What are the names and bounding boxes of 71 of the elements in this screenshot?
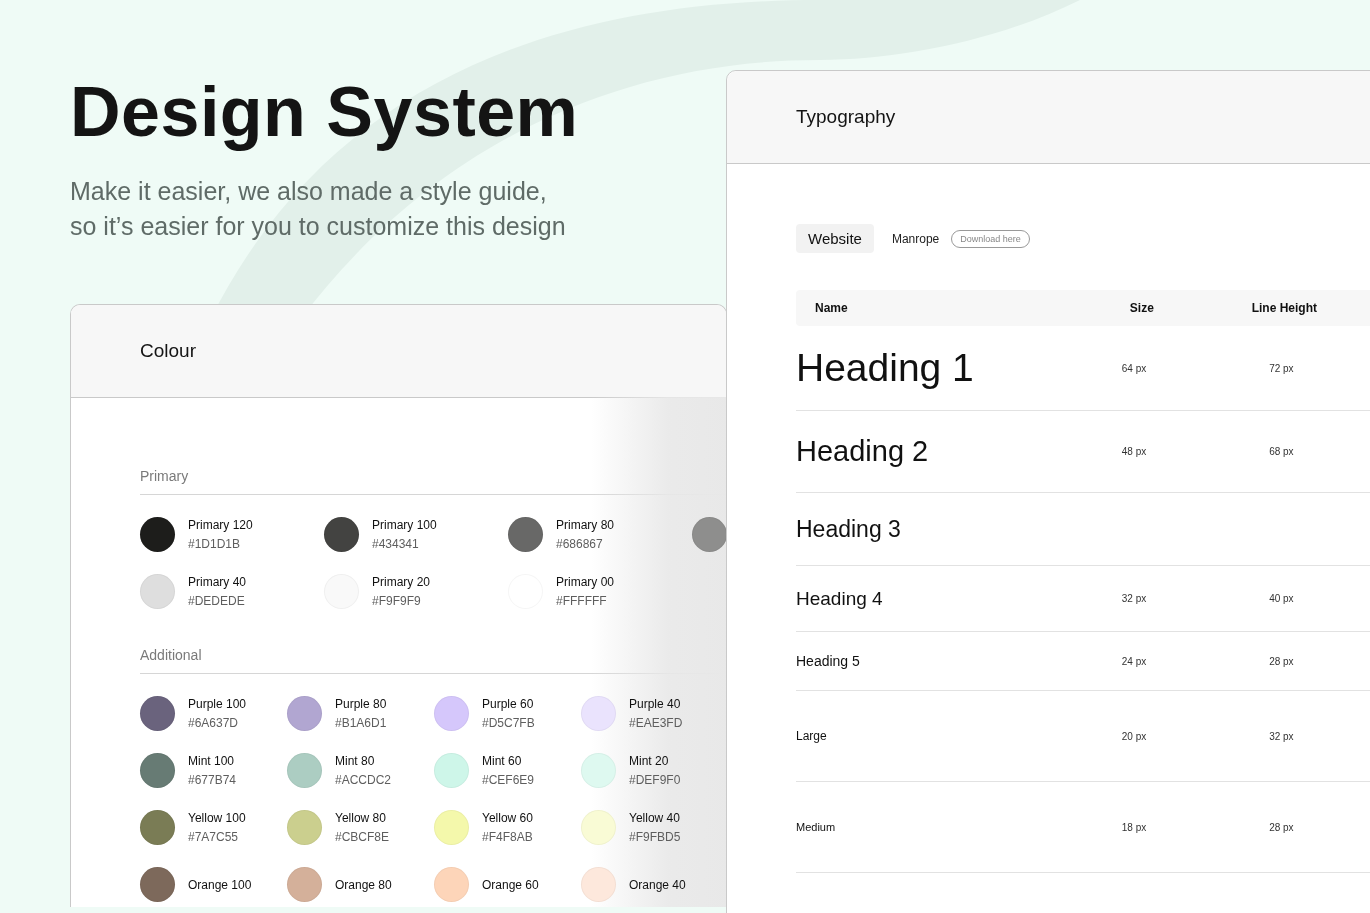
table-cell-text: 32 px [1120,593,1148,604]
hex-code: #F9F9F9 [372,594,422,608]
colour-name: Mint 100 [188,754,236,768]
type-sample: Large [796,729,828,743]
page-subtitle: Make it easier, we also made a style guide, so it’s easier for you to customize this design [70,176,566,242]
table-cell-text: 28 px [1268,821,1295,833]
font-name: Manrope [891,231,940,246]
colour-name: Mint 80 [335,754,376,768]
colour-name: Primary 20 [372,575,430,589]
table-cell-text: 64 px [1120,362,1148,374]
table-cell-text: 20 px [1120,730,1148,742]
table-cell-text: 40 px [1268,593,1295,604]
type-sample: Heading 5 [796,653,861,669]
table-cell-text: 18 px [1120,821,1148,833]
hex-code: #CBCF8E [335,830,390,844]
table-cell-text: 28 px [1268,655,1295,667]
hex-code: #CEF6E9 [482,773,535,787]
colour-name: Yellow 40 [629,811,681,825]
hex-code: #1D1D1B [188,537,242,551]
colour-name: Purple 40 [629,697,682,711]
colour-name: Primary 40 [188,575,246,589]
section-label: Primary [140,468,726,495]
colour-name: Yellow 100 [188,811,246,825]
colour-name: Orange 60 [482,877,539,892]
hex-code: #DEDEDE [188,594,246,608]
colour-name: Yellow 60 [482,811,533,825]
tab[interactable]: Website [796,224,874,253]
colour-name: Orange 80 [335,877,392,892]
table-cell-text: 32 px [1268,730,1295,742]
type-sample: Heading 3 [796,515,902,543]
type-sample: Heading 4 [796,587,884,610]
type-sample: Heading 2 [796,435,930,468]
hex-code: #ACCDC2 [335,773,391,787]
card-title: Colour [140,340,196,362]
colour-name: Mint 60 [482,754,523,768]
hex-code: #DEF9F0 [629,773,681,787]
colour-name: Mint 20 [629,754,670,768]
hex-code: #434341 [372,537,420,551]
hex-code: #7A7C55 [188,830,240,844]
hex-code: #B1A6D1 [335,716,387,730]
hex-code: #F9FBD5 [629,830,681,844]
type-sample: Medium [796,821,837,833]
download-button[interactable]: Download here [951,229,1030,248]
section-label: Additional [140,647,726,674]
hex-code: #EAE3FD [629,716,683,730]
hex-code: #FFFFFF [556,594,608,608]
colour-name: Purple 60 [482,697,535,711]
hex-code: #686867 [556,537,604,551]
colour-name: Primary 100 [372,518,437,532]
table-cell-text: 68 px [1268,446,1295,457]
column-header: Line Height [1250,301,1318,315]
colour-name: Primary 80 [556,518,614,532]
colour-name: Orange 100 [188,877,252,892]
column-header: Size [1128,301,1155,315]
page-title: Design System [70,72,579,152]
colour-name: Yellow 80 [335,811,387,825]
hex-code: #D5C7FB [482,716,535,730]
card-title: Typography [796,106,896,128]
table-cell-text: 48 px [1120,446,1148,457]
table-cell-text: 24 px [1120,655,1148,667]
hex-code: #6A637D [188,716,240,730]
table-cell-text: 72 px [1268,362,1295,374]
hex-code: #F4F8AB [482,830,533,844]
colour-name: Primary 120 [188,518,253,532]
colour-name: Purple 80 [335,697,387,711]
colour-name: Primary 00 [556,575,614,589]
type-sample: Heading 1 [796,346,975,390]
hex-code: #677B74 [188,773,237,787]
colour-name: Orange 40 [629,877,686,892]
column-header: Name [814,301,849,315]
colour-name: Purple 100 [188,697,247,711]
